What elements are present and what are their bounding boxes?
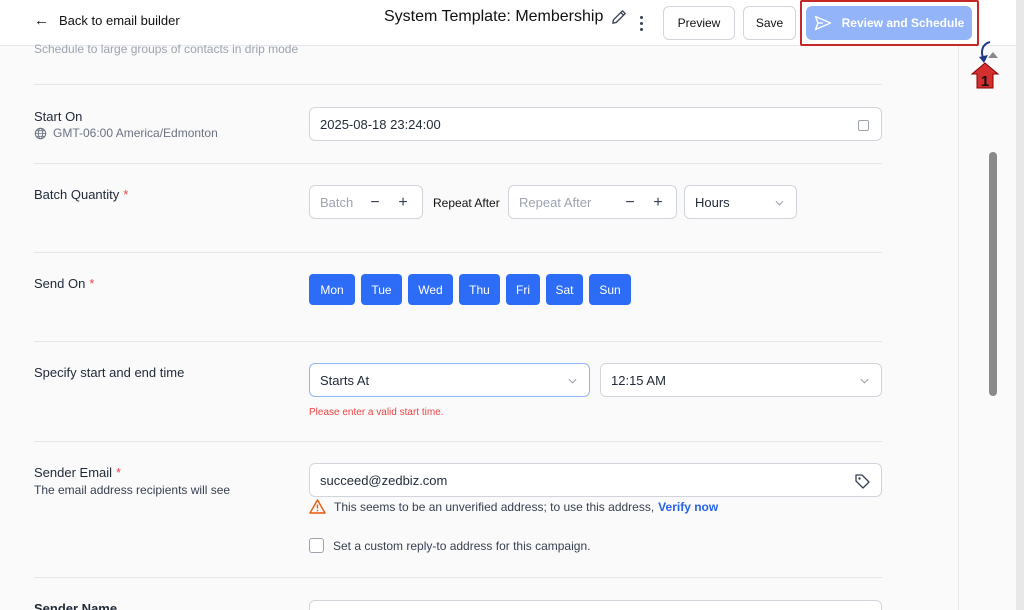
unverified-warning: This seems to be an unverified address; …	[309, 499, 718, 514]
repeat-unit-select[interactable]: Hours	[684, 185, 797, 219]
timezone-info: GMT-06:00 America/Edmonton	[34, 126, 218, 140]
sender-email-input[interactable]: succeed@zedbiz.com	[309, 463, 882, 497]
batch-quantity-stepper[interactable]: Batch Quantity − +	[309, 185, 423, 219]
sender-email-value: succeed@zedbiz.com	[320, 472, 448, 488]
chevron-down-icon	[775, 200, 784, 206]
warning-text: This seems to be an unverified address; …	[334, 499, 655, 514]
divider	[34, 84, 882, 85]
save-button[interactable]: Save	[743, 6, 796, 40]
chevron-down-icon	[568, 378, 577, 384]
globe-icon	[34, 127, 47, 139]
day-toggle-thu[interactable]: Thu	[459, 274, 500, 305]
repeat-after-placeholder: Repeat After	[519, 194, 592, 210]
send-icon	[814, 15, 831, 31]
start-on-label: Start On	[34, 109, 83, 124]
preview-button[interactable]: Preview	[663, 6, 735, 40]
form-subtitle: Schedule to large groups of contacts in …	[34, 42, 299, 56]
sender-name-label: Sender Name	[34, 601, 118, 610]
chevron-down-icon	[860, 378, 869, 384]
reply-to-checkbox[interactable]	[309, 538, 324, 553]
scrollbar-thumb[interactable]	[989, 152, 997, 396]
starts-at-select[interactable]: Starts At	[309, 363, 590, 397]
day-toggle-tue[interactable]: Tue	[361, 274, 402, 305]
send-on-label: Send On *	[34, 276, 95, 291]
scroll-up-arrow-icon[interactable]	[988, 52, 998, 58]
sender-name-input[interactable]	[309, 600, 882, 610]
starts-at-value: Starts At	[320, 372, 370, 388]
start-time-error: Please enter a valid start time.	[309, 407, 444, 418]
minus-icon[interactable]: −	[623, 186, 637, 220]
review-label: Review and Schedule	[841, 16, 965, 30]
reply-to-option[interactable]: Set a custom reply-to address for this c…	[309, 538, 590, 553]
repeat-unit-value: Hours	[695, 194, 730, 210]
arrow-left-icon: ←	[34, 12, 49, 29]
divider	[34, 577, 882, 578]
sender-email-sublabel: The email address recipients will see	[34, 483, 231, 497]
end-time-select[interactable]: 12:15 AM	[600, 363, 882, 397]
template-title-text: System Template: Membership	[384, 8, 604, 25]
back-to-builder-link[interactable]: ← Back to email builder	[34, 13, 180, 28]
template-title: System Template: Membership	[384, 8, 627, 26]
verify-now-link[interactable]: Verify now	[658, 500, 718, 514]
divider	[34, 441, 882, 442]
schedule-form: Schedule to large groups of contacts in …	[0, 42, 940, 610]
batch-quantity-label: Batch Quantity *	[34, 187, 129, 202]
calendar-icon[interactable]	[858, 120, 869, 131]
plus-icon[interactable]: +	[651, 186, 665, 220]
window-edge	[1016, 0, 1024, 610]
plus-icon[interactable]: +	[396, 186, 410, 218]
repeat-after-label: Repeat After	[433, 196, 500, 210]
tag-icon[interactable]	[854, 473, 871, 490]
day-toggle-sat[interactable]: Sat	[546, 274, 583, 305]
panel-divider	[958, 46, 959, 610]
divider	[34, 341, 882, 342]
day-toggle-sun[interactable]: Sun	[589, 274, 631, 305]
timezone-text: GMT-06:00 America/Edmonton	[53, 126, 218, 140]
day-toggle-mon[interactable]: Mon	[309, 274, 355, 305]
back-label: Back to email builder	[59, 13, 180, 28]
start-on-input[interactable]: 2025-08-18 23:24:00	[309, 107, 882, 141]
end-time-value: 12:15 AM	[611, 372, 666, 388]
top-header: ← Back to email builder System Template:…	[0, 0, 1024, 46]
start-on-value: 2025-08-18 23:24:00	[320, 116, 441, 132]
more-options-icon[interactable]	[634, 12, 648, 34]
divider	[34, 252, 882, 253]
day-toggle-wed[interactable]: Wed	[408, 274, 453, 305]
review-and-schedule-button[interactable]: Review and Schedule	[806, 6, 972, 40]
sender-email-label: Sender Email *	[34, 465, 122, 480]
day-toggle-fri[interactable]: Fri	[506, 274, 540, 305]
repeat-after-stepper[interactable]: Repeat After − +	[508, 185, 677, 219]
pencil-icon[interactable]	[611, 9, 627, 25]
warning-icon	[309, 499, 326, 514]
time-range-label: Specify start and end time	[34, 365, 185, 380]
minus-icon[interactable]: −	[368, 186, 382, 218]
divider	[34, 163, 882, 164]
batch-quantity-placeholder: Batch Quantity	[320, 194, 356, 210]
reply-to-label: Set a custom reply-to address for this c…	[333, 538, 591, 553]
